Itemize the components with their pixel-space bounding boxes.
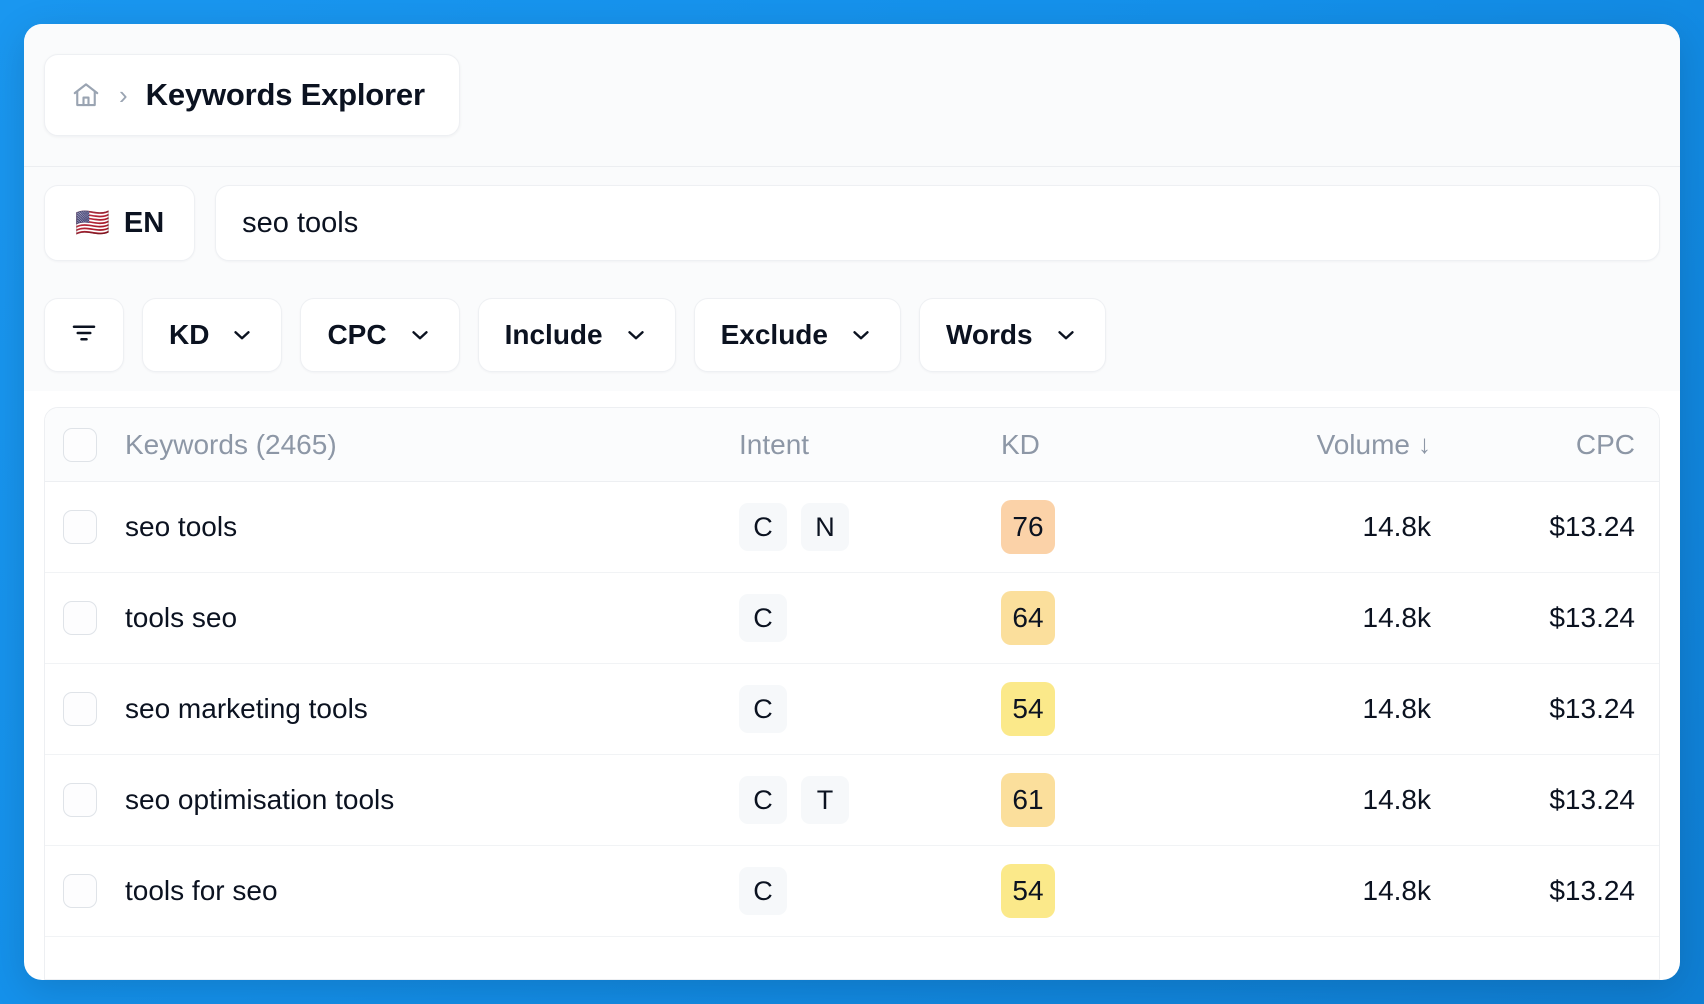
kd-badge: 64	[1001, 591, 1055, 645]
column-header-volume-label: Volume	[1317, 429, 1410, 461]
home-icon[interactable]	[71, 80, 101, 110]
cpc-cell: $13.24	[1431, 511, 1659, 543]
kd-cell: 64	[1001, 591, 1213, 645]
sort-descending-icon: ↓	[1418, 429, 1431, 460]
keyword-cell[interactable]: seo tools	[121, 511, 739, 543]
table-header-row: Keywords (2465) Intent KD Volume ↓ CPC	[45, 408, 1659, 482]
keyword-cell[interactable]: seo marketing tools	[121, 693, 739, 725]
keyword-cell[interactable]: seo optimisation tools	[121, 784, 739, 816]
keywords-table: Keywords (2465) Intent KD Volume ↓ CPC s…	[44, 407, 1660, 980]
page-title: Keywords Explorer	[146, 77, 425, 113]
row-checkbox[interactable]	[63, 874, 97, 908]
filter-kd-label: KD	[169, 319, 209, 351]
filter-words-label: Words	[946, 319, 1033, 351]
intent-badge: C	[739, 776, 787, 824]
breadcrumb-separator-icon: ›	[119, 82, 128, 108]
filter-exclude-label: Exclude	[721, 319, 828, 351]
intent-cell: C	[739, 685, 1001, 733]
filter-include-button[interactable]: Include	[478, 298, 676, 372]
column-header-kd[interactable]: KD	[1001, 429, 1213, 461]
search-input[interactable]	[242, 207, 1633, 240]
kd-cell: 76	[1001, 500, 1213, 554]
row-checkbox-cell	[63, 692, 121, 726]
column-header-keywords[interactable]: Keywords (2465)	[121, 429, 739, 461]
language-selector[interactable]: 🇺🇸 EN	[44, 185, 195, 261]
kd-badge: 76	[1001, 500, 1055, 554]
kd-cell: 61	[1001, 773, 1213, 827]
column-header-cpc[interactable]: CPC	[1431, 429, 1659, 461]
search-input-container[interactable]	[215, 185, 1660, 261]
volume-cell: 14.8k	[1213, 693, 1431, 725]
keyword-cell[interactable]: tools seo	[121, 602, 739, 634]
kd-cell: 54	[1001, 682, 1213, 736]
intent-badge: C	[739, 867, 787, 915]
intent-badge: C	[739, 594, 787, 642]
cpc-cell: $13.24	[1431, 602, 1659, 634]
chevron-down-icon	[229, 322, 255, 348]
volume-cell: 14.8k	[1213, 875, 1431, 907]
cpc-cell: $13.24	[1431, 784, 1659, 816]
row-checkbox[interactable]	[63, 601, 97, 635]
intent-cell: CN	[739, 503, 1001, 551]
app-window: › Keywords Explorer 🇺🇸 EN KD	[24, 24, 1680, 980]
filter-exclude-button[interactable]: Exclude	[694, 298, 901, 372]
kd-badge: 61	[1001, 773, 1055, 827]
row-checkbox-cell	[63, 874, 121, 908]
row-checkbox-cell	[63, 510, 121, 544]
intent-cell: CT	[739, 776, 1001, 824]
row-checkbox-cell	[63, 783, 121, 817]
row-checkbox[interactable]	[63, 692, 97, 726]
filter-kd-button[interactable]: KD	[142, 298, 282, 372]
row-checkbox[interactable]	[63, 510, 97, 544]
filter-toggle-button[interactable]	[44, 298, 124, 372]
chevron-down-icon	[848, 322, 874, 348]
column-header-intent[interactable]: Intent	[739, 429, 1001, 461]
chevron-down-icon	[1053, 322, 1079, 348]
intent-cell: C	[739, 867, 1001, 915]
kd-cell: 54	[1001, 864, 1213, 918]
volume-cell: 14.8k	[1213, 784, 1431, 816]
chevron-down-icon	[623, 322, 649, 348]
table-row[interactable]: tools for seoC 54 14.8k$13.24	[45, 846, 1659, 937]
table-body: seo toolsCN7614.8k$13.24tools seoC6414.8…	[45, 482, 1659, 937]
filter-include-label: Include	[505, 319, 603, 351]
language-label: EN	[124, 207, 164, 240]
intent-badge: C	[739, 685, 787, 733]
intent-badge: N	[801, 503, 849, 551]
select-all-checkbox[interactable]	[63, 428, 97, 462]
table-row[interactable]: seo marketing toolsC 54 14.8k$13.24	[45, 664, 1659, 755]
filter-words-button[interactable]: Words	[919, 298, 1106, 372]
kd-badge: 54	[1001, 682, 1055, 736]
cpc-cell: $13.24	[1431, 693, 1659, 725]
filter-cpc-button[interactable]: CPC	[300, 298, 459, 372]
filter-cpc-label: CPC	[327, 319, 386, 351]
column-header-volume[interactable]: Volume ↓	[1213, 429, 1431, 461]
intent-badge: T	[801, 776, 849, 824]
kd-badge: 54	[1001, 864, 1055, 918]
breadcrumb[interactable]: › Keywords Explorer	[44, 54, 460, 136]
filters-row: KD CPC Include Exclu	[24, 279, 1680, 391]
us-flag-icon: 🇺🇸	[75, 209, 110, 237]
table-row[interactable]: tools seoC 64 14.8k$13.24	[45, 573, 1659, 664]
table-row[interactable]: seo optimisation toolsCT6114.8k$13.24	[45, 755, 1659, 846]
header-bar: › Keywords Explorer	[24, 24, 1680, 167]
chevron-down-icon	[407, 322, 433, 348]
intent-badge: C	[739, 503, 787, 551]
volume-cell: 14.8k	[1213, 511, 1431, 543]
filter-icon	[69, 318, 99, 353]
cpc-cell: $13.24	[1431, 875, 1659, 907]
row-checkbox[interactable]	[63, 783, 97, 817]
row-checkbox-cell	[63, 601, 121, 635]
volume-cell: 14.8k	[1213, 602, 1431, 634]
select-all-checkbox-cell	[63, 428, 121, 462]
table-row[interactable]: seo toolsCN7614.8k$13.24	[45, 482, 1659, 573]
search-row: 🇺🇸 EN	[24, 167, 1680, 279]
intent-cell: C	[739, 594, 1001, 642]
keyword-cell[interactable]: tools for seo	[121, 875, 739, 907]
